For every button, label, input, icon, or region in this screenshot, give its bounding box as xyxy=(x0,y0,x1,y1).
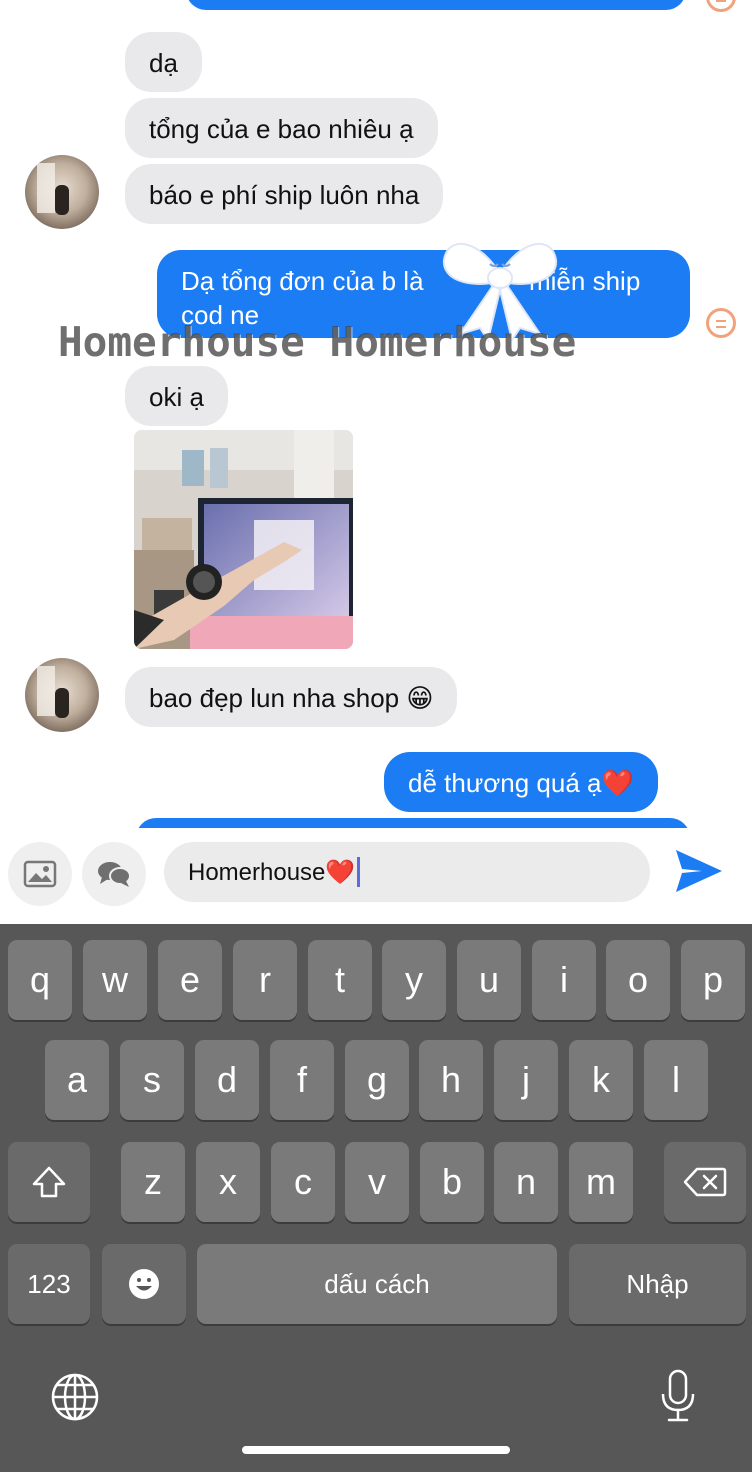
message-received[interactable]: dạ xyxy=(125,32,202,92)
keyboard: q w e r t y u i o p a s d f g h j k l z … xyxy=(0,924,752,1472)
message-sent-cutoff[interactable] xyxy=(186,0,686,10)
key-f[interactable]: f xyxy=(270,1040,334,1120)
chat-thread[interactable]: dạ tổng của e bao nhiêu ạ báo e phí ship… xyxy=(0,0,752,828)
key-v[interactable]: v xyxy=(345,1142,409,1222)
photo-image xyxy=(134,430,353,649)
key-t[interactable]: t xyxy=(308,940,372,1020)
delete-key[interactable] xyxy=(664,1142,746,1222)
key-j[interactable]: j xyxy=(494,1040,558,1120)
key-d[interactable]: d xyxy=(195,1040,259,1120)
key-o[interactable]: o xyxy=(606,940,670,1020)
key-m[interactable]: m xyxy=(569,1142,633,1222)
key-b[interactable]: b xyxy=(420,1142,484,1222)
message-text: Dạ tổng đơn của b là xyxy=(181,266,424,296)
emoji-key[interactable] xyxy=(102,1244,186,1324)
message-received[interactable]: tổng của e bao nhiêu ạ xyxy=(125,98,438,158)
message-sent[interactable]: dễ thương quá ạ❤️ xyxy=(384,752,658,812)
message-text: dễ thương quá ạ❤️ xyxy=(408,768,634,798)
home-indicator[interactable] xyxy=(242,1446,510,1454)
message-text: dạ xyxy=(149,48,178,78)
key-p[interactable]: p xyxy=(681,940,745,1020)
key-i[interactable]: i xyxy=(532,940,596,1020)
message-input[interactable]: Homerhouse❤️ xyxy=(164,842,650,902)
shift-key[interactable] xyxy=(8,1142,90,1222)
message-text: oki ạ xyxy=(149,382,204,412)
key-y[interactable]: y xyxy=(382,940,446,1020)
shift-icon xyxy=(32,1166,66,1198)
key-u[interactable]: u xyxy=(457,940,521,1020)
key-w[interactable]: w xyxy=(83,940,147,1020)
key-s[interactable]: s xyxy=(120,1040,184,1120)
key-c[interactable]: c xyxy=(271,1142,335,1222)
message-composer: Homerhouse❤️ xyxy=(0,828,752,924)
contact-avatar[interactable] xyxy=(25,155,99,229)
emoji-icon xyxy=(129,1269,159,1299)
message-sent-cutoff[interactable] xyxy=(136,818,690,828)
return-key[interactable]: Nhập xyxy=(569,1244,746,1324)
microphone-icon[interactable] xyxy=(658,1368,698,1424)
key-g[interactable]: g xyxy=(345,1040,409,1120)
key-l[interactable]: l xyxy=(644,1040,708,1120)
text-caret xyxy=(357,857,361,887)
message-received[interactable]: báo e phí ship luôn nha xyxy=(125,164,444,224)
message-text: tổng của e bao nhiêu ạ xyxy=(149,114,414,144)
message-input-text: Homerhouse❤️ xyxy=(188,858,356,886)
image-icon xyxy=(23,860,57,888)
photo-button[interactable] xyxy=(8,842,72,906)
seen-receipt-icon xyxy=(706,308,736,338)
key-e[interactable]: e xyxy=(158,940,222,1020)
key-h[interactable]: h xyxy=(419,1040,483,1120)
message-text: bao đẹp lun nha shop 😁 xyxy=(149,683,434,713)
space-key[interactable]: dấu cách xyxy=(197,1244,557,1324)
globe-icon[interactable] xyxy=(50,1372,100,1422)
contact-avatar[interactable] xyxy=(25,658,99,732)
key-k[interactable]: k xyxy=(569,1040,633,1120)
seen-receipt-icon xyxy=(706,0,736,12)
key-q[interactable]: q xyxy=(8,940,72,1020)
message-received[interactable]: bao đẹp lun nha shop 😁 xyxy=(125,667,458,727)
key-r[interactable]: r xyxy=(233,940,297,1020)
numbers-key[interactable]: 123 xyxy=(8,1244,90,1324)
chat-bubbles-icon xyxy=(98,862,131,887)
message-photo[interactable] xyxy=(134,430,353,649)
key-a[interactable]: a xyxy=(45,1040,109,1120)
send-icon[interactable] xyxy=(672,846,726,896)
key-x[interactable]: x xyxy=(196,1142,260,1222)
chat-button[interactable] xyxy=(82,842,146,906)
key-n[interactable]: n xyxy=(494,1142,558,1222)
backspace-icon xyxy=(683,1167,727,1197)
watermark: Homerhouse Homerhouse xyxy=(58,318,577,366)
key-z[interactable]: z xyxy=(121,1142,185,1222)
message-received[interactable]: oki ạ xyxy=(125,366,228,426)
message-text: báo e phí ship luôn nha xyxy=(149,180,420,210)
